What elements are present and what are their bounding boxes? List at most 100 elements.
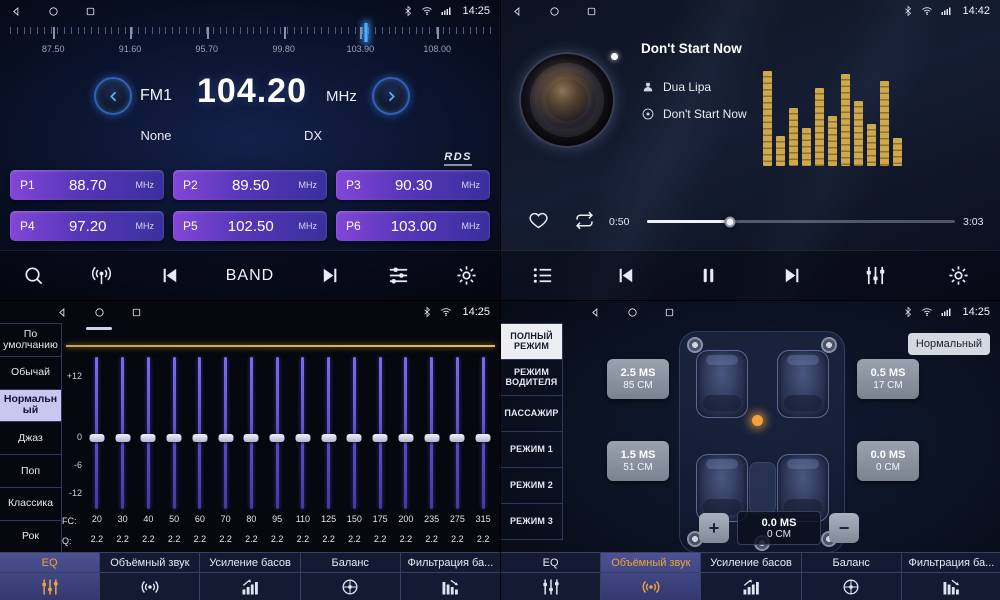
sound-profile-button[interactable]: Нормальный: [908, 333, 990, 355]
slider-knob[interactable]: [89, 434, 104, 442]
eq-band-slider[interactable]: [290, 357, 316, 509]
playlist-icon[interactable]: [531, 264, 554, 287]
slider-knob[interactable]: [373, 434, 388, 442]
eq-band-slider[interactable]: [445, 357, 471, 509]
tab-bass-filter[interactable]: Фильтрация ба...: [902, 553, 1000, 600]
eq-band-slider[interactable]: [470, 357, 496, 509]
eq-band-slider[interactable]: [419, 357, 445, 509]
slider-knob[interactable]: [398, 434, 413, 442]
repeat-icon[interactable]: [574, 210, 595, 231]
listening-position-dot[interactable]: [752, 415, 763, 426]
settings-gear-icon[interactable]: [947, 264, 970, 287]
nav-recents-icon[interactable]: [130, 306, 143, 319]
slider-knob[interactable]: [321, 434, 336, 442]
preset-button-2[interactable]: P289.50MHz: [173, 170, 327, 200]
eq-preset-item[interactable]: Поп: [0, 455, 62, 488]
eq-band-slider[interactable]: [264, 357, 290, 509]
eq-band-slider[interactable]: [187, 357, 213, 509]
pause-icon[interactable]: [697, 264, 720, 287]
delay-front-left[interactable]: 2.5 MS 85 CM: [607, 359, 669, 399]
preset-button-3[interactable]: P390.30MHz: [336, 170, 490, 200]
favorite-heart-icon[interactable]: [528, 210, 549, 231]
eq-band-slider[interactable]: [110, 357, 136, 509]
frequency-ruler[interactable]: 87.5091.6095.7099.80103.90108.00: [10, 27, 490, 65]
eq-band-slider[interactable]: [161, 357, 187, 509]
settings-gear-icon[interactable]: [455, 264, 478, 287]
preset-button-4[interactable]: P497.20MHz: [10, 211, 164, 241]
nav-back-icon[interactable]: [10, 5, 23, 18]
progress-slider[interactable]: [647, 220, 955, 223]
eq-preset-item[interactable]: Джаз: [0, 422, 62, 455]
tune-down-button[interactable]: [94, 77, 132, 115]
delay-rear-left[interactable]: 1.5 MS 51 CM: [607, 441, 669, 481]
delay-decrease-button[interactable]: −: [829, 513, 859, 543]
slider-knob[interactable]: [270, 434, 285, 442]
slider-knob[interactable]: [192, 434, 207, 442]
audio-sliders-icon[interactable]: [387, 264, 410, 287]
broadcast-scan-icon[interactable]: [90, 264, 113, 287]
tab-balance[interactable]: Баланс: [802, 553, 902, 600]
eq-band-slider[interactable]: [84, 357, 110, 509]
nav-home-icon[interactable]: [93, 306, 106, 319]
tab-surround-sound[interactable]: Объёмный звук: [100, 553, 200, 600]
slider-knob[interactable]: [141, 434, 156, 442]
surround-mode-item[interactable]: РЕЖИМ 2: [501, 468, 563, 504]
nav-recents-icon[interactable]: [663, 306, 676, 319]
slider-knob[interactable]: [347, 434, 362, 442]
surround-mode-item[interactable]: ПАССАЖИР: [501, 396, 563, 432]
tab-eq[interactable]: EQ: [0, 553, 100, 600]
nav-back-icon[interactable]: [511, 5, 524, 18]
tab-eq[interactable]: EQ: [501, 553, 601, 600]
surround-mode-item[interactable]: РЕЖИМ 1: [501, 432, 563, 468]
preset-button-6[interactable]: P6103.00MHz: [336, 211, 490, 241]
eq-band-slider[interactable]: [213, 357, 239, 509]
eq-preset-item[interactable]: Обычай: [0, 357, 62, 390]
delay-rear-right[interactable]: 0.0 MS 0 CM: [857, 441, 919, 481]
preset-button-1[interactable]: P188.70MHz: [10, 170, 164, 200]
next-station-icon[interactable]: [319, 264, 342, 287]
search-icon[interactable]: [22, 264, 45, 287]
eq-band-slider[interactable]: [316, 357, 342, 509]
nav-home-icon[interactable]: [47, 5, 60, 18]
slider-knob[interactable]: [167, 434, 182, 442]
eq-band-slider[interactable]: [239, 357, 265, 509]
surround-mode-item[interactable]: РЕЖИМ ВОДИТЕЛЯ: [501, 360, 563, 396]
eq-preset-item[interactable]: Классика: [0, 488, 62, 521]
tab-bass-boost[interactable]: Усиление басов: [701, 553, 801, 600]
slider-knob[interactable]: [450, 434, 465, 442]
eq-band-slider[interactable]: [367, 357, 393, 509]
tune-up-button[interactable]: [372, 77, 410, 115]
band-button[interactable]: BAND: [226, 267, 274, 285]
surround-mode-item[interactable]: РЕЖИМ 3: [501, 504, 563, 540]
nav-back-icon[interactable]: [589, 306, 602, 319]
eq-preset-item[interactable]: По умолчанию: [0, 324, 62, 357]
previous-station-icon[interactable]: [158, 264, 181, 287]
nav-recents-icon[interactable]: [84, 5, 97, 18]
delay-front-right[interactable]: 0.5 MS 17 CM: [857, 359, 919, 399]
eq-band-slider[interactable]: [393, 357, 419, 509]
tab-bass-filter[interactable]: Фильтрация ба...: [401, 553, 500, 600]
nav-recents-icon[interactable]: [585, 5, 598, 18]
tab-balance[interactable]: Баланс: [301, 553, 401, 600]
nav-home-icon[interactable]: [548, 5, 561, 18]
previous-track-icon[interactable]: [614, 264, 637, 287]
progress-knob[interactable]: [725, 216, 736, 227]
eq-preset-item[interactable]: Рок: [0, 521, 62, 554]
eq-band-slider[interactable]: [342, 357, 368, 509]
slider-knob[interactable]: [218, 434, 233, 442]
delay-increase-button[interactable]: +: [699, 513, 729, 543]
tab-surround-sound[interactable]: Объёмный звук: [601, 553, 701, 600]
album-art[interactable]: [519, 52, 615, 148]
next-track-icon[interactable]: [781, 264, 804, 287]
slider-knob[interactable]: [476, 434, 491, 442]
eq-preset-item[interactable]: Нормальный: [0, 390, 62, 423]
tab-bass-boost[interactable]: Усиление басов: [200, 553, 300, 600]
slider-knob[interactable]: [115, 434, 130, 442]
eq-band-slider[interactable]: [136, 357, 162, 509]
slider-knob[interactable]: [244, 434, 259, 442]
slider-knob[interactable]: [295, 434, 310, 442]
equalizer-sliders-icon[interactable]: [864, 264, 887, 287]
surround-mode-item[interactable]: ПОЛНЫЙ РЕЖИМ: [501, 324, 563, 360]
preset-button-5[interactable]: P5102.50MHz: [173, 211, 327, 241]
nav-home-icon[interactable]: [626, 306, 639, 319]
